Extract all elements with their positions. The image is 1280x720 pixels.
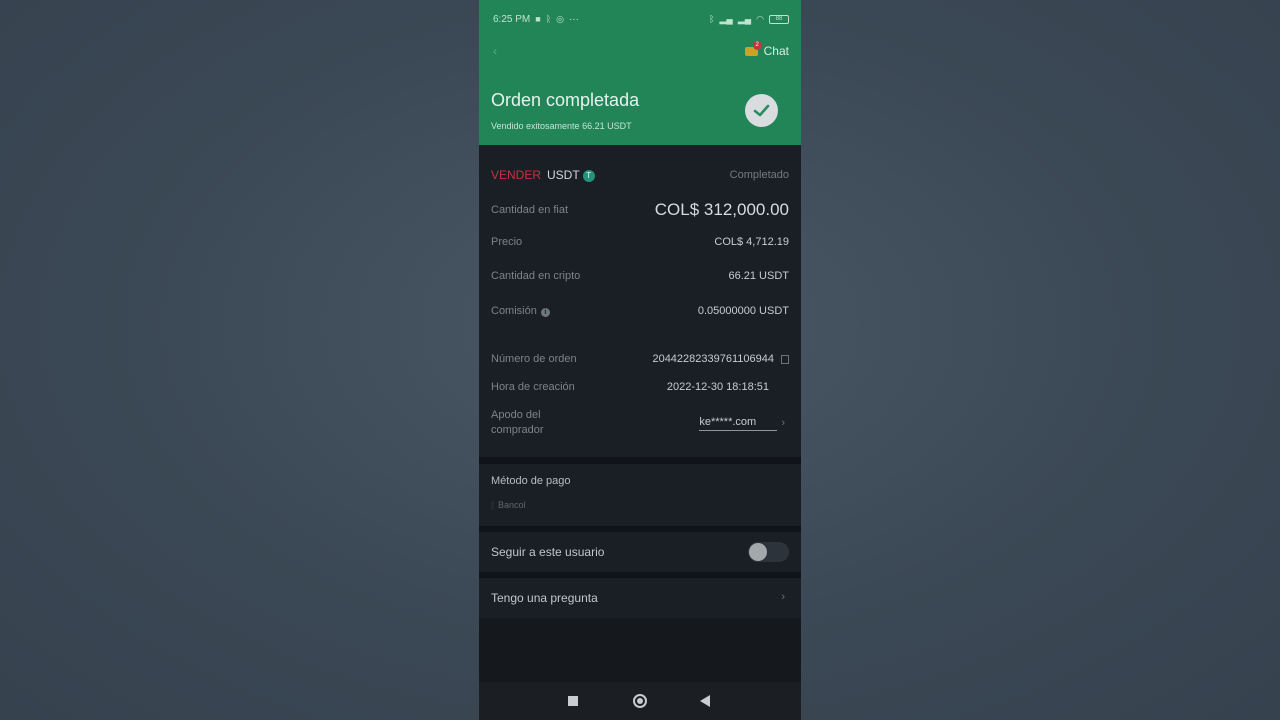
- order-status: Completado: [729, 169, 789, 181]
- fee-row: Comisión i 0.05000000 USDT: [491, 305, 789, 317]
- order-number-value: 20442282339761106944: [652, 353, 774, 365]
- status-bar: 6:25 PM ■ ᚱ ◎ ··· ᛒ ▂▄ ▂▄ ◠ 88: [493, 12, 789, 26]
- payment-method-section: Método de pago Bancol: [479, 464, 801, 526]
- payment-bank: Bancol: [498, 500, 526, 510]
- order-side-row: VENDER USDT T Completado: [491, 166, 789, 184]
- fiat-value: COL$ 312,000.00: [654, 200, 789, 219]
- bluetooth-icon: ᛒ: [709, 14, 715, 24]
- follow-user-label: Seguir a este usuario: [491, 545, 605, 559]
- fiat-row: Cantidad en fiat COL$ 312,000.00: [491, 200, 789, 220]
- buyer-row: Apodo del comprador ke*****.com ›: [491, 408, 789, 438]
- crypto-row: Cantidad en cripto 66.21 USDT: [491, 270, 789, 282]
- buyer-link[interactable]: ke*****.com ›: [699, 416, 785, 431]
- phone-screen: 6:25 PM ■ ᚱ ◎ ··· ᛒ ▂▄ ▂▄ ◠ 88 ‹ 2 Chat …: [479, 0, 801, 720]
- chat-button[interactable]: 2 Chat: [744, 41, 789, 60]
- copy-icon[interactable]: [781, 354, 789, 364]
- chevron-right-icon: ›: [781, 417, 785, 429]
- price-value: COL$ 4,712.19: [714, 236, 789, 248]
- status-time: 6:25 PM: [493, 13, 531, 25]
- battery-icon: 88: [769, 14, 789, 24]
- fiat-label: Cantidad en fiat: [491, 204, 569, 216]
- question-row[interactable]: Tengo una pregunta ›: [479, 578, 801, 618]
- crypto-value: 66.21 USDT: [728, 270, 789, 282]
- created-label: Hora de creación: [491, 381, 575, 393]
- back-arrow-icon[interactable]: ‹: [493, 44, 507, 58]
- order-number-label: Número de orden: [491, 353, 577, 365]
- home-icon[interactable]: [633, 694, 647, 708]
- fee-label: Comisión: [491, 305, 537, 317]
- follow-user-toggle[interactable]: [748, 542, 789, 562]
- video-icon: ■: [535, 14, 541, 24]
- order-number-row: Número de orden 20442282339761106944: [491, 353, 789, 365]
- chat-label: Chat: [763, 44, 789, 58]
- buyer-label-line2: comprador: [491, 424, 544, 436]
- asset-label: USDT: [547, 168, 580, 182]
- toggle-knob: [749, 543, 767, 561]
- payment-method-title: Método de pago: [491, 475, 571, 487]
- fee-value: 0.05000000 USDT: [697, 305, 789, 317]
- app-notification-icon: ᚱ: [545, 14, 552, 24]
- divider: [479, 457, 801, 464]
- chat-badge: 2: [752, 41, 762, 50]
- crypto-label: Cantidad en cripto: [491, 270, 581, 282]
- chat-icon: 2: [744, 41, 762, 57]
- price-label: Precio: [491, 236, 523, 248]
- info-icon[interactable]: i: [540, 308, 550, 317]
- android-nav-bar: [479, 682, 801, 720]
- tether-icon: T: [582, 170, 595, 182]
- back-triangle-icon[interactable]: [700, 695, 710, 707]
- check-icon: [745, 94, 778, 127]
- created-value: 2022-12-30 18:18:51: [666, 381, 769, 393]
- recents-icon[interactable]: [568, 696, 578, 706]
- created-row: Hora de creación 2022-12-30 18:18:51: [491, 381, 789, 393]
- more-notifications: ···: [568, 13, 579, 25]
- buyer-nickname[interactable]: ke*****.com: [699, 416, 778, 431]
- signal-2-icon: ▂▄: [737, 13, 752, 24]
- wifi-icon: ◠: [756, 13, 764, 24]
- buyer-label-line1: Apodo del: [491, 409, 541, 421]
- follow-user-row: Seguir a este usuario: [479, 532, 801, 572]
- order-title: Orden completada: [491, 90, 640, 110]
- order-subtitle: Vendido exitosamente 66.21 USDT: [491, 121, 632, 131]
- bank-color-marker: [491, 500, 494, 510]
- chevron-right-icon: ›: [781, 591, 785, 603]
- order-details: VENDER USDT T Completado Cantidad en fiat …: [479, 145, 801, 457]
- empty-area: [479, 618, 801, 682]
- order-header: 6:25 PM ■ ᚱ ◎ ··· ᛒ ▂▄ ▂▄ ◠ 88 ‹ 2 Chat …: [479, 0, 801, 145]
- signal-icon: ▂▄: [719, 13, 733, 24]
- side-label: VENDER: [491, 168, 542, 182]
- price-row: Precio COL$ 4,712.19: [491, 236, 789, 248]
- question-label: Tengo una pregunta: [491, 591, 598, 605]
- instagram-icon: ◎: [556, 13, 564, 24]
